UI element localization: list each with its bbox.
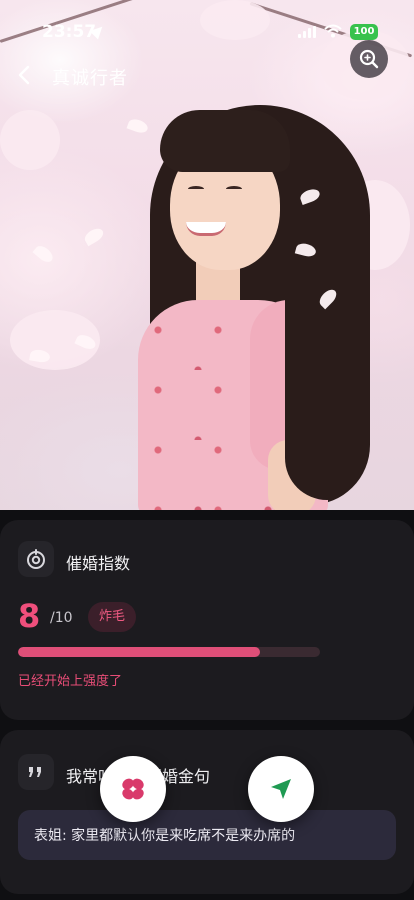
quote-icon	[29, 767, 41, 777]
score-value: 8	[18, 597, 41, 635]
index-card-title: 催婚指数	[66, 554, 131, 573]
flower-button[interactable]	[100, 756, 166, 822]
quote-box: 表姐: 家里都默认你是来吃席不是来办席的	[18, 810, 396, 860]
score-max: /10	[50, 610, 73, 626]
gauge-icon	[27, 549, 45, 569]
chevron-left-icon[interactable]	[14, 64, 36, 86]
search-button[interactable]	[350, 40, 388, 78]
petal	[126, 116, 150, 136]
page-title: 真诚行者	[52, 68, 128, 89]
blossom	[0, 110, 60, 170]
petal	[82, 225, 106, 247]
battery-indicator: 100	[350, 24, 378, 40]
quote-text: 表姐: 家里都默认你是来吃席不是来办席的	[34, 828, 296, 844]
progress-bar	[18, 647, 320, 657]
search-icon	[359, 49, 379, 69]
hair-strand	[285, 200, 355, 500]
flower-icon	[122, 778, 144, 800]
gauge-icon-box	[18, 541, 54, 577]
status-badge: 炸毛	[88, 602, 136, 632]
index-hint: 已经开始上强度了	[18, 674, 123, 689]
petal	[32, 242, 56, 266]
eye	[188, 186, 204, 192]
progress-fill	[18, 647, 260, 657]
signal-icon	[298, 26, 316, 38]
status-time: 23:57	[42, 22, 97, 42]
eye	[226, 186, 242, 192]
quote-icon-box	[18, 754, 54, 790]
send-button[interactable]	[248, 756, 314, 822]
hair-fringe	[160, 110, 290, 172]
wifi-icon	[324, 24, 342, 38]
send-icon	[271, 779, 291, 799]
